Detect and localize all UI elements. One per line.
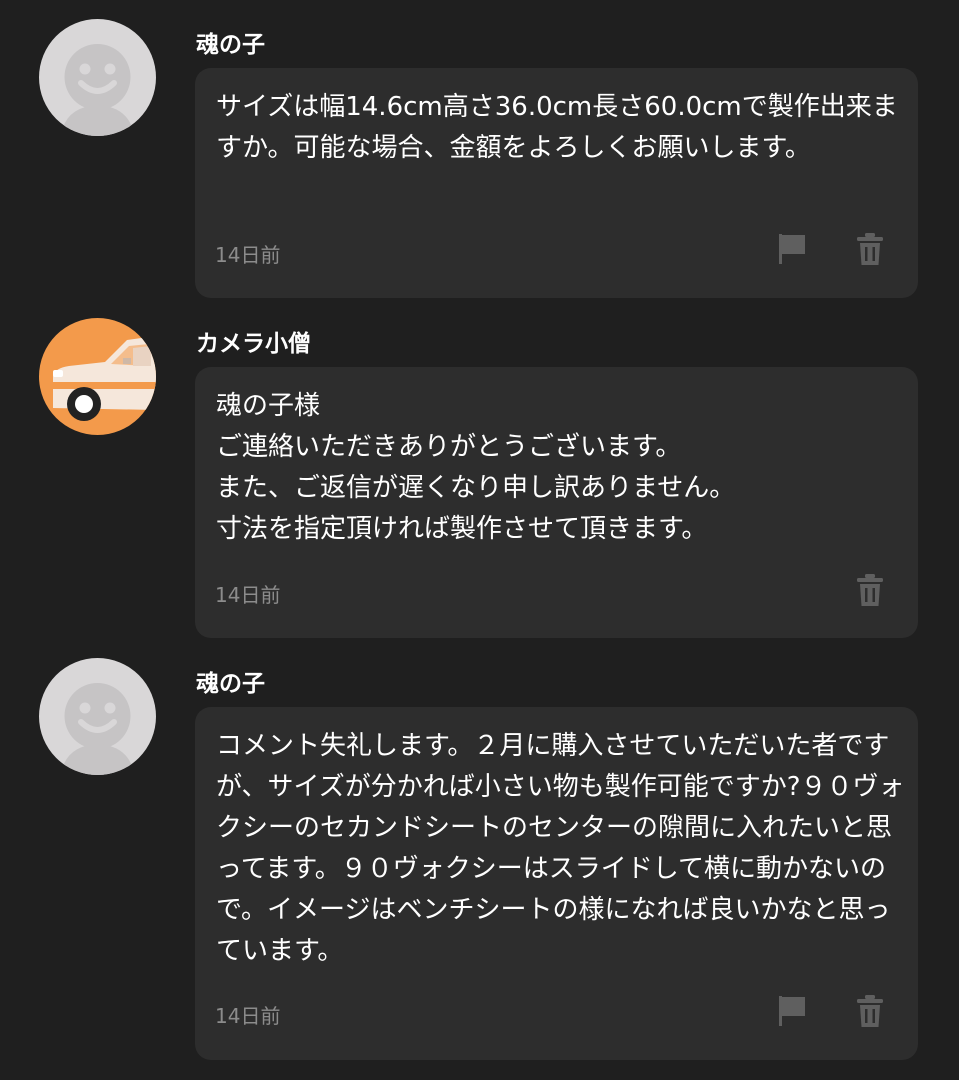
default-face-avatar-icon bbox=[39, 658, 156, 775]
trash-icon[interactable] bbox=[855, 232, 885, 266]
user-avatar[interactable] bbox=[39, 19, 156, 136]
comment-text: サイズは幅14.6cm高さ36.0cm長さ60.0cmで製作出来ますか。可能な場… bbox=[216, 92, 898, 163]
flag-icon[interactable] bbox=[777, 232, 807, 266]
comment-username[interactable]: 魂の子 bbox=[196, 664, 265, 698]
comment-timestamp: 14日前 bbox=[215, 583, 281, 607]
comment-timestamp: 14日前 bbox=[215, 1004, 281, 1028]
comment-username[interactable]: カメラ小僧 bbox=[196, 324, 311, 358]
flag-icon[interactable] bbox=[777, 994, 807, 1028]
comment-username[interactable]: 魂の子 bbox=[196, 25, 265, 59]
car-avatar-icon bbox=[39, 318, 156, 435]
comment-bubble: 魂の子様 ご連絡いただきありがとうございます。 また、ご返信が遅くなり申し訳あり… bbox=[195, 367, 918, 638]
default-face-avatar-icon bbox=[39, 19, 156, 136]
comment-bubble: サイズは幅14.6cm高さ36.0cm長さ60.0cmで製作出来ますか。可能な場… bbox=[195, 68, 918, 298]
comment-text: 魂の子様 ご連絡いただきありがとうございます。 また、ご返信が遅くなり申し訳あり… bbox=[216, 391, 736, 544]
user-avatar[interactable] bbox=[39, 318, 156, 435]
user-avatar[interactable] bbox=[39, 658, 156, 775]
comment-text: コメント失礼します。２月に購入させていただいた者ですが、サイズが分かれば小さい物… bbox=[216, 731, 905, 966]
trash-icon[interactable] bbox=[855, 573, 885, 607]
comment-bubble: コメント失礼します。２月に購入させていただいた者ですが、サイズが分かれば小さい物… bbox=[195, 707, 918, 1060]
comment-timestamp: 14日前 bbox=[215, 243, 281, 267]
trash-icon[interactable] bbox=[855, 994, 885, 1028]
